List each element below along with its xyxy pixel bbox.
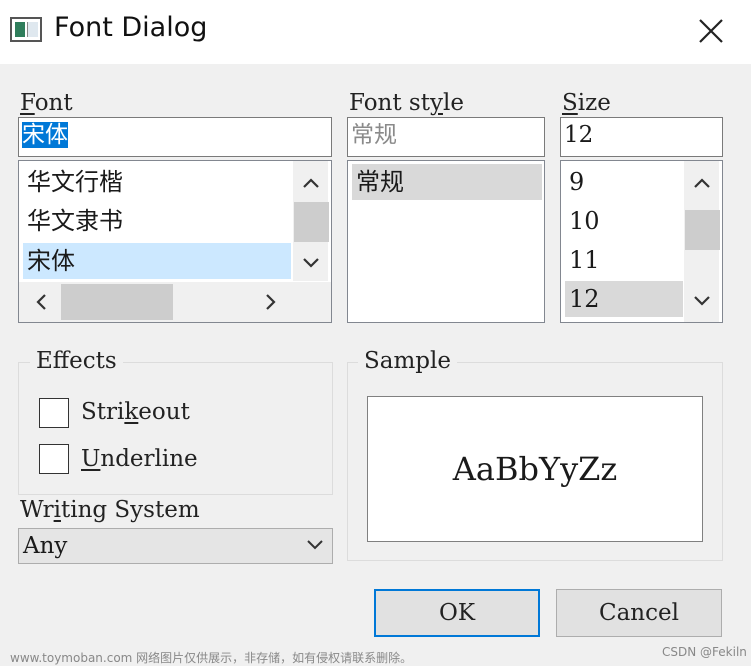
chevron-down-icon [302, 258, 319, 268]
underline-checkbox[interactable] [39, 444, 69, 474]
font-item[interactable]: 华文行楷 [23, 164, 291, 200]
scroll-thumb[interactable] [61, 284, 173, 320]
size-input[interactable]: 12 [560, 117, 723, 157]
chevron-up-icon [693, 178, 710, 188]
title-bar: Font Dialog [0, 0, 751, 64]
sample-preview: AaBbYyZz [367, 396, 703, 542]
size-vertical-scrollbar[interactable] [684, 161, 720, 322]
scroll-thumb[interactable] [685, 210, 720, 250]
chevron-right-icon [266, 294, 276, 310]
scroll-left-button[interactable] [21, 282, 61, 322]
effects-group [18, 362, 333, 495]
font-style-item-selected[interactable]: 常规 [352, 164, 542, 200]
close-button[interactable] [694, 14, 728, 48]
size-label: Size [562, 90, 611, 116]
font-input[interactable]: 宋体 [18, 117, 332, 157]
ok-button[interactable]: OK [374, 589, 540, 637]
scroll-up-button[interactable] [293, 165, 328, 201]
font-label: Font [20, 90, 73, 116]
font-item[interactable]: 华文隶书 [23, 203, 291, 239]
strikeout-checkbox[interactable] [39, 398, 69, 428]
watermark-left: www.toymoban.com 网络图片仅供展示，非存储，如有侵权请联系删除。 [10, 651, 413, 665]
cancel-button[interactable]: Cancel [556, 589, 722, 637]
writing-system-value: Any [23, 533, 68, 559]
scroll-right-button[interactable] [251, 282, 291, 322]
font-vertical-scrollbar[interactable] [293, 161, 329, 281]
scroll-thumb[interactable] [294, 202, 329, 242]
watermark-right: CSDN @Fekiln [662, 645, 747, 659]
writing-system-select[interactable]: Any [18, 528, 333, 564]
writing-system-label: Writing System [20, 497, 200, 523]
scroll-up-button[interactable] [684, 165, 719, 201]
strikeout-label[interactable]: Strikeout [81, 399, 190, 425]
chevron-up-icon [302, 178, 319, 188]
size-item[interactable]: 11 [565, 242, 683, 278]
font-style-label: Font style [349, 90, 464, 116]
close-icon [699, 19, 723, 43]
font-style-listbox[interactable]: 常规 [347, 160, 545, 323]
sample-title: Sample [358, 348, 457, 374]
window-title: Font Dialog [54, 12, 208, 43]
size-item-selected[interactable]: 12 [565, 281, 683, 317]
chevron-down-icon [307, 540, 323, 550]
effects-title: Effects [30, 348, 123, 374]
scroll-down-button[interactable] [684, 283, 719, 319]
font-item-selected[interactable]: 宋体 [23, 243, 291, 279]
size-item[interactable]: 9 [565, 164, 683, 200]
scroll-down-button[interactable] [293, 245, 328, 281]
font-horizontal-scrollbar[interactable] [19, 282, 331, 322]
font-style-input[interactable]: 常规 [347, 117, 545, 157]
sample-text: AaBbYyZz [452, 450, 618, 488]
underline-label[interactable]: Underline [81, 446, 198, 472]
chevron-down-icon [693, 296, 710, 306]
chevron-left-icon [36, 294, 46, 310]
app-icon [10, 17, 42, 42]
size-listbox[interactable]: 9 10 11 12 [560, 160, 723, 323]
font-listbox[interactable]: 华文行楷 华文隶书 宋体 [18, 160, 332, 323]
size-item[interactable]: 10 [565, 203, 683, 239]
